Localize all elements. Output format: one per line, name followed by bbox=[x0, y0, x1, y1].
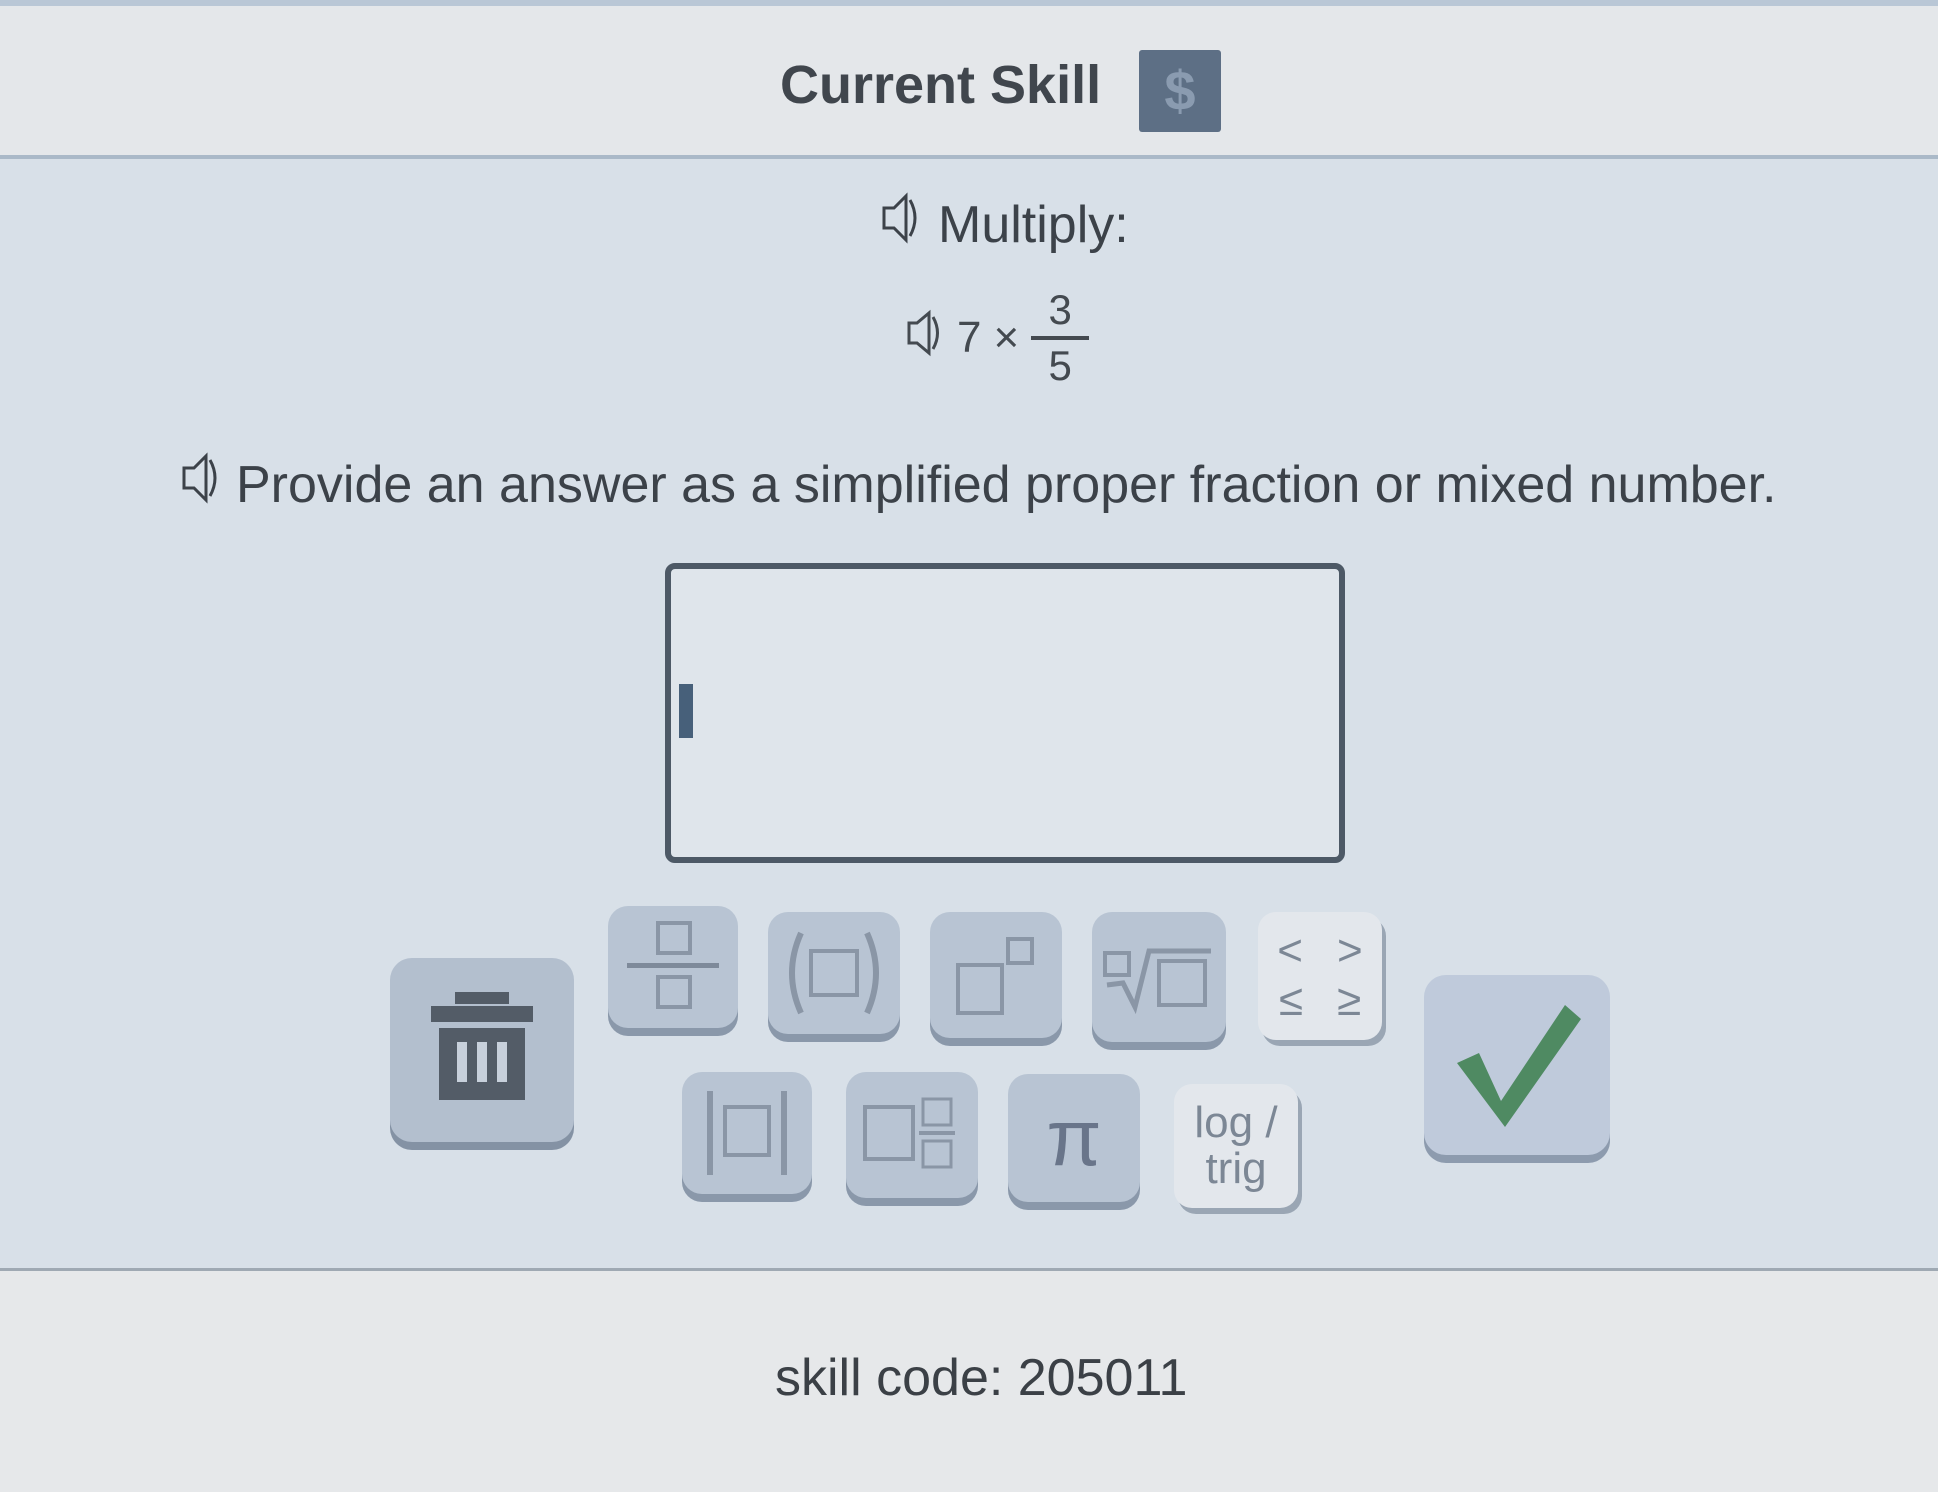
answer-input[interactable] bbox=[665, 563, 1345, 863]
greater-equal-label: ≥ bbox=[1337, 976, 1362, 1025]
exponent-template-icon bbox=[946, 925, 1046, 1025]
fraction-numerator: 3 bbox=[1048, 286, 1072, 333]
parentheses-template-icon bbox=[779, 923, 889, 1023]
root-button[interactable] bbox=[1092, 912, 1226, 1042]
clear-button[interactable] bbox=[390, 958, 574, 1142]
mixed-number-button[interactable] bbox=[846, 1072, 978, 1198]
pi-label: π bbox=[1046, 1093, 1102, 1182]
header: Current Skill $ bbox=[0, 0, 1938, 155]
absolute-value-icon bbox=[697, 1083, 797, 1183]
mixed-number-icon bbox=[857, 1085, 967, 1185]
input-cursor bbox=[679, 684, 693, 738]
trig-label: trig bbox=[1205, 1144, 1267, 1193]
absolute-value-button[interactable] bbox=[682, 1072, 812, 1194]
log-trig-button[interactable]: log / trig bbox=[1174, 1084, 1298, 1208]
dollar-button[interactable]: $ bbox=[1139, 50, 1221, 132]
fraction-template-icon bbox=[623, 917, 723, 1017]
exponent-button[interactable] bbox=[930, 912, 1062, 1038]
expression-line: 7 × 3 5 bbox=[905, 286, 1090, 390]
fraction-denominator: 5 bbox=[1048, 342, 1072, 390]
prompt-text: Multiply: bbox=[938, 195, 1129, 254]
instruction-line: Provide an answer as a simplified proper… bbox=[180, 450, 1777, 519]
expression-whole: 7 bbox=[957, 313, 982, 363]
speaker-icon[interactable] bbox=[180, 450, 222, 519]
inequality-row-1: < > bbox=[1277, 925, 1363, 975]
log-label: log / bbox=[1194, 1097, 1278, 1147]
greater-than-label: > bbox=[1337, 925, 1363, 975]
prompt-line: Multiply: bbox=[880, 190, 1129, 259]
page-title: Current Skill bbox=[780, 55, 1102, 115]
parentheses-button[interactable] bbox=[768, 912, 900, 1034]
checkmark-icon bbox=[1447, 993, 1587, 1138]
skill-code: skill code: 205011 bbox=[775, 1349, 1188, 1407]
trash-icon bbox=[427, 988, 537, 1113]
nth-root-icon bbox=[1099, 927, 1219, 1027]
pi-button[interactable]: π bbox=[1008, 1074, 1140, 1202]
fraction-bar bbox=[1031, 336, 1090, 341]
speaker-icon[interactable] bbox=[905, 307, 945, 370]
inequality-button[interactable]: < > ≤ ≥ bbox=[1258, 912, 1382, 1040]
less-equal-label: ≤ bbox=[1278, 976, 1303, 1025]
submit-button[interactable] bbox=[1424, 975, 1610, 1155]
expression-fraction: 3 5 bbox=[1031, 286, 1090, 390]
fraction-button[interactable] bbox=[608, 906, 738, 1028]
expression-operator: × bbox=[993, 313, 1020, 363]
less-than-label: < bbox=[1277, 925, 1303, 975]
instruction-text: Provide an answer as a simplified proper… bbox=[236, 455, 1777, 514]
inequality-row-2: ≤ ≥ bbox=[1278, 976, 1362, 1025]
speaker-icon[interactable] bbox=[880, 190, 922, 259]
